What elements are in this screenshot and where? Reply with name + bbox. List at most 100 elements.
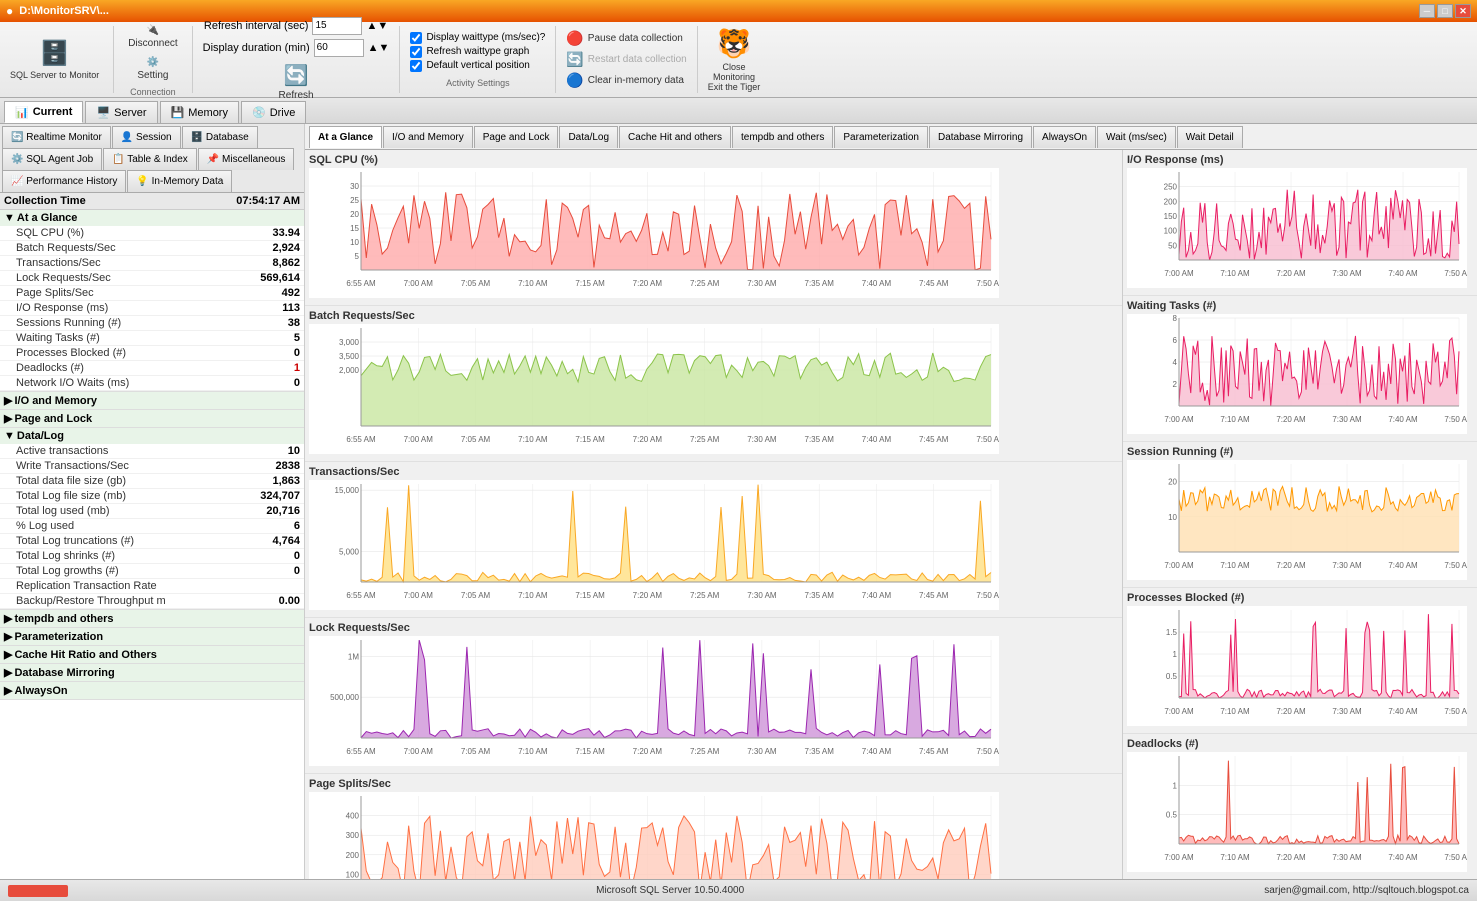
tab-sql-agent[interactable]: ⚙️ SQL Agent Job — [2, 148, 102, 170]
chart-svg-processes_blocked: 0.511.5 7:00 AM7:10 AM7:20 AM7:30 AM7:40… — [1127, 606, 1473, 729]
chart-title-batch_requests: Batch Requests/Sec — [309, 310, 1118, 322]
window-controls: ─ □ ✕ — [1419, 4, 1471, 18]
sidebar-section-page-and-lock: ▶ Page and Lock — [0, 410, 304, 428]
sidebar-section-at-a-glance: ▼ At a GlanceSQL CPU (%)33.94Batch Reque… — [0, 210, 304, 392]
subtab-page-lock[interactable]: Page and Lock — [474, 126, 559, 148]
row-label: SQL CPU (%) — [16, 227, 84, 239]
status-middle-text: Microsoft SQL Server 10.50.4000 — [596, 885, 744, 896]
section-title[interactable]: ▼ Data/Log — [0, 428, 304, 444]
restart-data-btn: 🔄 Restart data collection — [566, 51, 686, 68]
svg-text:7:40 AM: 7:40 AM — [1388, 853, 1418, 862]
subtab-alwayson[interactable]: AlwaysOn — [1033, 126, 1096, 148]
subtab-parameterization[interactable]: Parameterization — [834, 126, 928, 148]
svg-text:7:10 AM: 7:10 AM — [1220, 853, 1250, 862]
row-label: Waiting Tasks (#) — [16, 332, 100, 344]
row-label: Transactions/Sec — [16, 257, 101, 269]
tab-miscellaneous[interactable]: 📌 Miscellaneous — [198, 148, 295, 170]
tab-server[interactable]: 🖥️ Server — [85, 101, 157, 123]
default-vertical-checkbox[interactable] — [410, 60, 422, 72]
display-duration-spinner[interactable]: ▲▼ — [368, 42, 390, 54]
tab-realtime-monitor[interactable]: 🔄 Realtime Monitor — [2, 126, 111, 148]
setting-btn[interactable]: ⚙️ Setting — [133, 55, 172, 83]
svg-text:7:20 AM: 7:20 AM — [1276, 415, 1306, 424]
row-value: 4,764 — [272, 535, 300, 547]
display-waittype-item[interactable]: Display waittype (ms/sec)? — [410, 32, 545, 44]
refresh-interval-input[interactable] — [312, 17, 362, 35]
section-title[interactable]: ▶ Database Mirroring — [0, 664, 304, 681]
expand-icon: ▶ — [4, 648, 12, 661]
disconnect-btn[interactable]: 🔌 Disconnect — [124, 23, 181, 51]
row-label: Lock Requests/Sec — [16, 272, 111, 284]
section-title[interactable]: ▶ Cache Hit Ratio and Others — [0, 646, 304, 663]
default-vertical-item[interactable]: Default vertical position — [410, 60, 545, 72]
sub-tabs: At a Glance I/O and Memory Page and Lock… — [305, 124, 1477, 150]
sidebar-row: Batch Requests/Sec2,924 — [0, 241, 304, 256]
svg-text:7:30 AM: 7:30 AM — [1332, 415, 1362, 424]
subtab-wait-detail[interactable]: Wait Detail — [1177, 126, 1243, 148]
pause-data-btn[interactable]: 🔴 Pause data collection — [566, 30, 686, 47]
row-label: I/O Response (ms) — [16, 302, 108, 314]
memory-tab-label: Memory — [188, 107, 228, 119]
minimize-btn[interactable]: ─ — [1419, 4, 1435, 18]
tab-table-index[interactable]: 📋 Table & Index — [103, 148, 197, 170]
svg-text:7:00 AM: 7:00 AM — [1164, 415, 1194, 424]
tab-performance-history[interactable]: 📈 Performance History — [2, 170, 126, 192]
tab-memory[interactable]: 💾 Memory — [160, 101, 239, 123]
row-label: Replication Transaction Rate — [16, 580, 157, 592]
sidebar-section-parameterization: ▶ Parameterization — [0, 628, 304, 646]
chart-svg-lock_requests: 500,0001M 6:55 AM7:00 AM7:05 AM7:10 AM7:… — [309, 636, 1118, 769]
svg-text:3,000: 3,000 — [339, 338, 360, 347]
section-title[interactable]: ▶ AlwaysOn — [0, 682, 304, 699]
svg-text:7:45 AM: 7:45 AM — [919, 747, 949, 756]
tab-session[interactable]: 👤 Session — [112, 126, 181, 148]
subtab-tempdb[interactable]: tempdb and others — [732, 126, 833, 148]
refresh-interval-spinner[interactable]: ▲▼ — [366, 20, 388, 32]
tab-in-memory[interactable]: 💡 In-Memory Data — [127, 170, 232, 192]
subtab-io-memory[interactable]: I/O and Memory — [383, 126, 473, 148]
close-monitoring-btn[interactable]: 🐯 Close Monitoring Exit the Tiger — [708, 27, 761, 92]
row-label: Write Transactions/Sec — [16, 460, 129, 472]
section-title[interactable]: ▶ Parameterization — [0, 628, 304, 645]
refresh-btn[interactable]: 🔄 Refresh — [275, 61, 318, 103]
svg-text:7:50 AM: 7:50 AM — [976, 435, 999, 444]
chart-title-page_splits: Page Splits/Sec — [309, 778, 1118, 790]
subtab-at-a-glance[interactable]: At a Glance — [309, 126, 382, 148]
maximize-btn[interactable]: □ — [1437, 4, 1453, 18]
display-waittype-checkbox[interactable] — [410, 32, 422, 44]
svg-text:7:10 AM: 7:10 AM — [518, 435, 548, 444]
clear-memory-btn[interactable]: 🔵 Clear in-memory data — [566, 72, 686, 89]
tab-drive[interactable]: 💿 Drive — [241, 101, 306, 123]
tab-database[interactable]: 🗄️ Database — [182, 126, 258, 148]
section-title[interactable]: ▼ At a Glance — [0, 210, 304, 226]
chart-svg-batch_requests: 2,0003,5003,000 6:55 AM7:00 AM7:05 AM7:1… — [309, 324, 1118, 457]
subtab-db-mirroring[interactable]: Database Mirroring — [929, 126, 1032, 148]
svg-text:250: 250 — [1164, 183, 1178, 192]
subtab-wait-ms[interactable]: Wait (ms/sec) — [1097, 126, 1176, 148]
display-duration-input[interactable] — [314, 39, 364, 57]
sidebar-row: Total Log file size (mb)324,707 — [0, 489, 304, 504]
subtab-cache-hit[interactable]: Cache Hit and others — [619, 126, 731, 148]
section-title[interactable]: ▶ I/O and Memory — [0, 392, 304, 409]
svg-text:7:10 AM: 7:10 AM — [518, 279, 548, 288]
section-title[interactable]: ▶ Page and Lock — [0, 410, 304, 427]
svg-text:5,000: 5,000 — [339, 547, 360, 556]
sql-server-monitor-btn[interactable]: 🗄️ SQL Server to Monitor — [6, 37, 103, 82]
svg-text:7:45 AM: 7:45 AM — [919, 435, 949, 444]
section-label: I/O and Memory — [14, 395, 97, 407]
section-title[interactable]: ▶ tempdb and others — [0, 610, 304, 627]
tab-current[interactable]: 📊 Current — [4, 101, 83, 123]
close-btn[interactable]: ✕ — [1455, 4, 1471, 18]
chart-lock_requests: Lock Requests/Sec 500,0001M 6:55 AM7:00 … — [305, 618, 1122, 774]
refresh-waittype-item[interactable]: Refresh waittype graph — [410, 46, 545, 58]
subtab-data-log[interactable]: Data/Log — [559, 126, 618, 148]
chart-title-deadlocks: Deadlocks (#) — [1127, 738, 1473, 750]
drive-tab-label: Drive — [270, 107, 296, 119]
row-value: 324,707 — [260, 490, 300, 502]
svg-text:6:55 AM: 6:55 AM — [346, 435, 376, 444]
status-left — [8, 885, 76, 897]
default-vertical-label: Default vertical position — [426, 60, 529, 71]
expand-icon: ▶ — [4, 394, 12, 407]
refresh-waittype-checkbox[interactable] — [410, 46, 422, 58]
svg-text:7:10 AM: 7:10 AM — [1220, 707, 1250, 716]
close-monitoring-section: 🐯 Close Monitoring Exit the Tiger — [708, 26, 771, 93]
